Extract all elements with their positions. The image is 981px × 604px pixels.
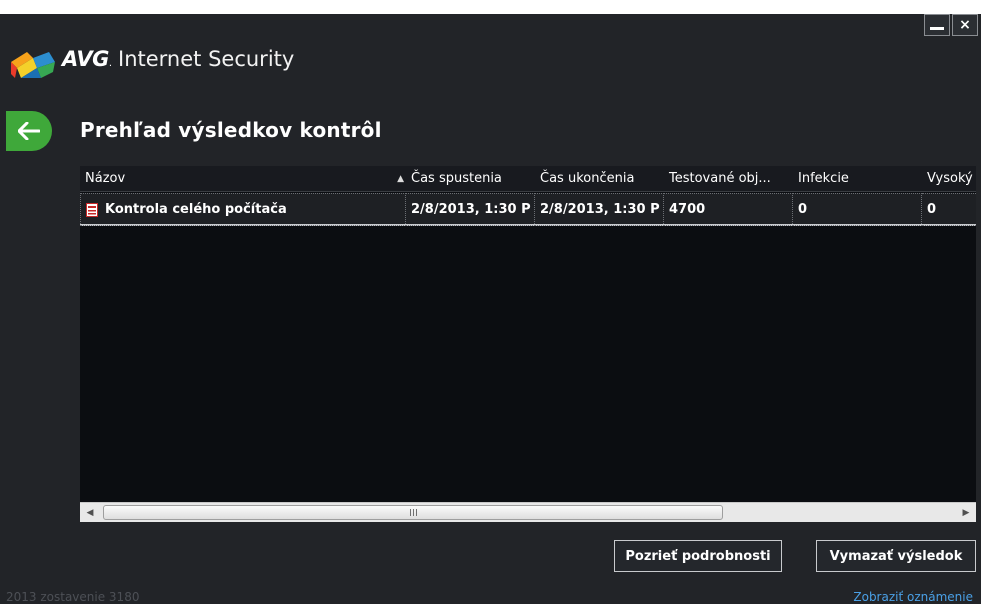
- avg-logo-icon: [11, 52, 55, 78]
- column-header-high[interactable]: Vysoký: [922, 166, 976, 192]
- table-header: Názov ▲ Čas spustenia Čas ukončenia Test…: [80, 166, 976, 192]
- report-document-icon: [86, 202, 98, 217]
- minimize-button[interactable]: [924, 14, 950, 36]
- scrollbar-thumb[interactable]: [103, 505, 723, 520]
- column-header-infections[interactable]: Infekcie: [793, 166, 922, 192]
- table-row[interactable]: Kontrola celého počítača 2/8/2013, 1:30 …: [80, 193, 976, 226]
- brand-dot: .: [108, 58, 113, 69]
- sort-ascending-icon: ▲: [397, 174, 404, 184]
- cell-infections: 0: [793, 193, 922, 226]
- window-controls: ×: [924, 14, 978, 36]
- cell-start-time: 2/8/2013, 1:30 P: [406, 193, 535, 226]
- column-header-end-time[interactable]: Čas ukončenia: [535, 166, 664, 192]
- column-header-start-time[interactable]: Čas spustenia: [406, 166, 535, 192]
- grip-icon: [409, 509, 417, 516]
- minimize-icon: [930, 27, 944, 30]
- close-button[interactable]: ×: [952, 14, 978, 36]
- page-title: Prehľad výsledkov kontrôl: [80, 118, 382, 142]
- show-notification-link[interactable]: Zobraziť oznámenie: [853, 590, 973, 604]
- cell-name: Kontrola celého počítača: [80, 193, 406, 226]
- product-name: Internet Security: [118, 47, 295, 71]
- app-window: × AVG . Internet Security Prehľad výsled…: [0, 14, 981, 604]
- build-info: 2013 zostavenie 3180: [6, 590, 140, 604]
- column-header-label: Názov: [85, 171, 126, 186]
- arrow-left-icon: [18, 122, 40, 140]
- scan-name: Kontrola celého počítača: [105, 202, 287, 217]
- horizontal-scrollbar[interactable]: ◀ ▶: [80, 502, 976, 522]
- scroll-left-icon[interactable]: ◀: [80, 503, 100, 522]
- back-button[interactable]: [6, 111, 52, 151]
- delete-result-button[interactable]: Vymazať výsledok: [816, 540, 976, 572]
- cell-end-time: 2/8/2013, 1:30 P: [535, 193, 664, 226]
- cell-high: 0: [922, 193, 976, 226]
- scan-results-table: Názov ▲ Čas spustenia Čas ukončenia Test…: [80, 166, 976, 502]
- scroll-right-icon[interactable]: ▶: [956, 503, 976, 522]
- view-details-button[interactable]: Pozrieť podrobnosti: [614, 540, 782, 572]
- app-brand: AVG . Internet Security: [62, 47, 294, 71]
- column-header-tested-objects[interactable]: Testované obj...: [664, 166, 793, 192]
- cell-tested-objects: 4700: [664, 193, 793, 226]
- column-header-name[interactable]: Názov ▲: [80, 166, 406, 192]
- brand-name: AVG: [62, 47, 109, 71]
